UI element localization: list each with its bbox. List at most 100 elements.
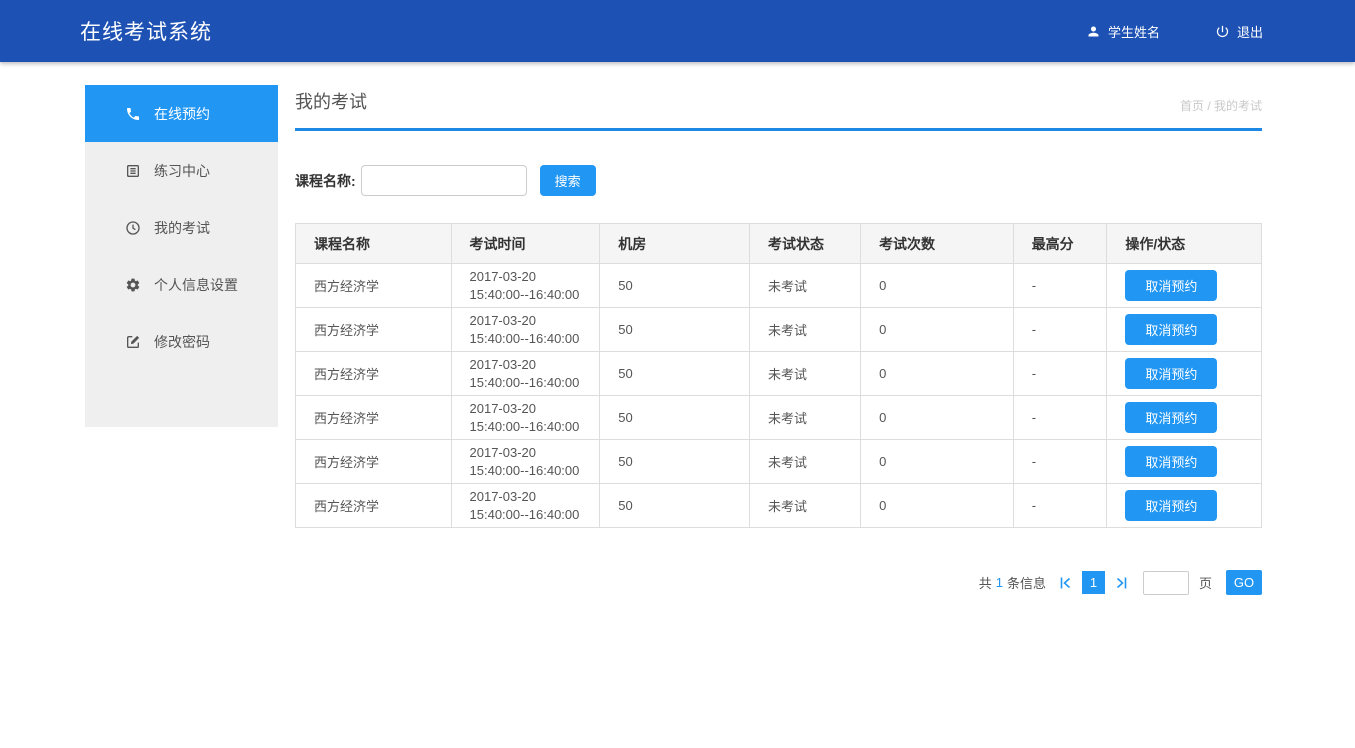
sidebar-item-label: 修改密码 — [154, 332, 210, 352]
cell-room: 50 — [600, 264, 750, 308]
table-row: 西方经济学 2017-03-20 15:40:00--16:40:00 50 未… — [296, 440, 1262, 484]
exams-table: 课程名称 考试时间 机房 考试状态 考试次数 最高分 操作/状态 西方经济学 2… — [295, 223, 1262, 528]
cell-course: 西方经济学 — [296, 308, 452, 352]
app-header: 在线考试系统 学生姓名 退出 — [0, 0, 1355, 62]
user-menu[interactable]: 学生姓名 — [1086, 22, 1160, 41]
table-row: 西方经济学 2017-03-20 15:40:00--16:40:00 50 未… — [296, 352, 1262, 396]
pagination: 共 1 条信息 1 页 GO — [295, 570, 1262, 595]
cancel-booking-button[interactable]: 取消预约 — [1125, 402, 1217, 433]
sidebar: 在线预约 练习中心 我的考试 个人信息设置 修改密码 — [85, 85, 278, 427]
gear-icon — [125, 277, 141, 293]
cell-best-score: - — [1013, 308, 1107, 352]
cell-attempts: 0 — [861, 352, 1014, 396]
col-header-action: 操作/状态 — [1107, 224, 1262, 264]
content: 在线预约 练习中心 我的考试 个人信息设置 修改密码 — [0, 62, 1355, 595]
last-page-icon — [1113, 575, 1129, 591]
cell-action: 取消预约 — [1107, 308, 1262, 352]
user-name: 学生姓名 — [1108, 22, 1160, 41]
sidebar-item-change-password[interactable]: 修改密码 — [85, 313, 278, 370]
cell-exam-time: 2017-03-20 15:40:00--16:40:00 — [451, 484, 600, 528]
cell-course: 西方经济学 — [296, 264, 452, 308]
person-icon — [1086, 24, 1101, 39]
first-page-icon — [1058, 575, 1074, 591]
cell-room: 50 — [600, 308, 750, 352]
title-row: 我的考试 首页 / 我的考试 — [295, 85, 1262, 114]
sidebar-item-profile-settings[interactable]: 个人信息设置 — [85, 256, 278, 313]
cell-course: 西方经济学 — [296, 352, 452, 396]
sidebar-item-online-booking[interactable]: 在线预约 — [85, 85, 278, 142]
table-row: 西方经济学 2017-03-20 15:40:00--16:40:00 50 未… — [296, 264, 1262, 308]
search-button[interactable]: 搜索 — [540, 165, 596, 196]
sidebar-item-my-exams[interactable]: 我的考试 — [85, 199, 278, 256]
cell-exam-status: 未考试 — [749, 484, 860, 528]
title-divider — [295, 128, 1262, 131]
page-title: 我的考试 — [295, 88, 367, 114]
last-page-button[interactable] — [1113, 575, 1129, 591]
first-page-button[interactable] — [1058, 575, 1074, 591]
current-page[interactable]: 1 — [1082, 571, 1105, 594]
cell-exam-status: 未考试 — [749, 352, 860, 396]
cell-course: 西方经济学 — [296, 440, 452, 484]
cell-exam-status: 未考试 — [749, 396, 860, 440]
col-header-room: 机房 — [600, 224, 750, 264]
page-label: 页 — [1199, 573, 1212, 592]
cell-exam-time: 2017-03-20 15:40:00--16:40:00 — [451, 308, 600, 352]
pagination-total: 共 1 条信息 — [979, 573, 1046, 592]
book-icon — [125, 163, 141, 179]
col-header-attempts: 考试次数 — [861, 224, 1014, 264]
cell-action: 取消预约 — [1107, 484, 1262, 528]
course-name-label: 课程名称: — [295, 171, 356, 191]
cell-room: 50 — [600, 396, 750, 440]
table-row: 西方经济学 2017-03-20 15:40:00--16:40:00 50 未… — [296, 308, 1262, 352]
cancel-booking-button[interactable]: 取消预约 — [1125, 270, 1217, 301]
page-number-input[interactable] — [1143, 571, 1189, 595]
cell-action: 取消预约 — [1107, 440, 1262, 484]
cell-exam-status: 未考试 — [749, 440, 860, 484]
header-inner: 在线考试系统 学生姓名 退出 — [0, 0, 1355, 62]
cell-room: 50 — [600, 440, 750, 484]
course-name-input[interactable] — [361, 165, 527, 196]
total-suffix: 条信息 — [1007, 573, 1046, 592]
cell-action: 取消预约 — [1107, 352, 1262, 396]
cell-room: 50 — [600, 352, 750, 396]
cell-exam-time: 2017-03-20 15:40:00--16:40:00 — [451, 396, 600, 440]
cell-exam-status: 未考试 — [749, 264, 860, 308]
app-title: 在线考试系统 — [80, 16, 212, 46]
cancel-booking-button[interactable]: 取消预约 — [1125, 490, 1217, 521]
breadcrumb[interactable]: 首页 / 我的考试 — [1180, 97, 1262, 114]
sidebar-item-practice-center[interactable]: 练习中心 — [85, 142, 278, 199]
col-header-exam-time: 考试时间 — [451, 224, 600, 264]
cancel-booking-button[interactable]: 取消预约 — [1125, 358, 1217, 389]
cell-best-score: - — [1013, 352, 1107, 396]
cell-action: 取消预约 — [1107, 264, 1262, 308]
cell-course: 西方经济学 — [296, 396, 452, 440]
cell-attempts: 0 — [861, 440, 1014, 484]
cell-course: 西方经济学 — [296, 484, 452, 528]
cell-attempts: 0 — [861, 308, 1014, 352]
total-count: 1 — [996, 575, 1003, 590]
logout-button[interactable]: 退出 — [1215, 22, 1263, 41]
table-row: 西方经济学 2017-03-20 15:40:00--16:40:00 50 未… — [296, 484, 1262, 528]
cancel-booking-button[interactable]: 取消预约 — [1125, 314, 1217, 345]
phone-icon — [125, 106, 141, 122]
cancel-booking-button[interactable]: 取消预约 — [1125, 446, 1217, 477]
cell-attempts: 0 — [861, 484, 1014, 528]
cell-attempts: 0 — [861, 264, 1014, 308]
power-icon — [1215, 24, 1230, 39]
exams-table-body: 西方经济学 2017-03-20 15:40:00--16:40:00 50 未… — [296, 264, 1262, 528]
cell-best-score: - — [1013, 396, 1107, 440]
total-prefix: 共 — [979, 573, 992, 592]
main-panel: 我的考试 首页 / 我的考试 课程名称: 搜索 课程名称 考试时间 机房 考试状… — [295, 85, 1262, 595]
cell-best-score: - — [1013, 440, 1107, 484]
col-header-exam-status: 考试状态 — [749, 224, 860, 264]
go-button[interactable]: GO — [1226, 570, 1262, 595]
sidebar-item-label: 我的考试 — [154, 218, 210, 238]
cell-exam-time: 2017-03-20 15:40:00--16:40:00 — [451, 352, 600, 396]
sidebar-item-label: 个人信息设置 — [154, 275, 238, 295]
table-header-row: 课程名称 考试时间 机房 考试状态 考试次数 最高分 操作/状态 — [296, 224, 1262, 264]
sidebar-item-label: 在线预约 — [154, 104, 210, 124]
cell-exam-time: 2017-03-20 15:40:00--16:40:00 — [451, 440, 600, 484]
clock-icon — [125, 220, 141, 236]
sidebar-item-label: 练习中心 — [154, 161, 210, 181]
cell-best-score: - — [1013, 264, 1107, 308]
